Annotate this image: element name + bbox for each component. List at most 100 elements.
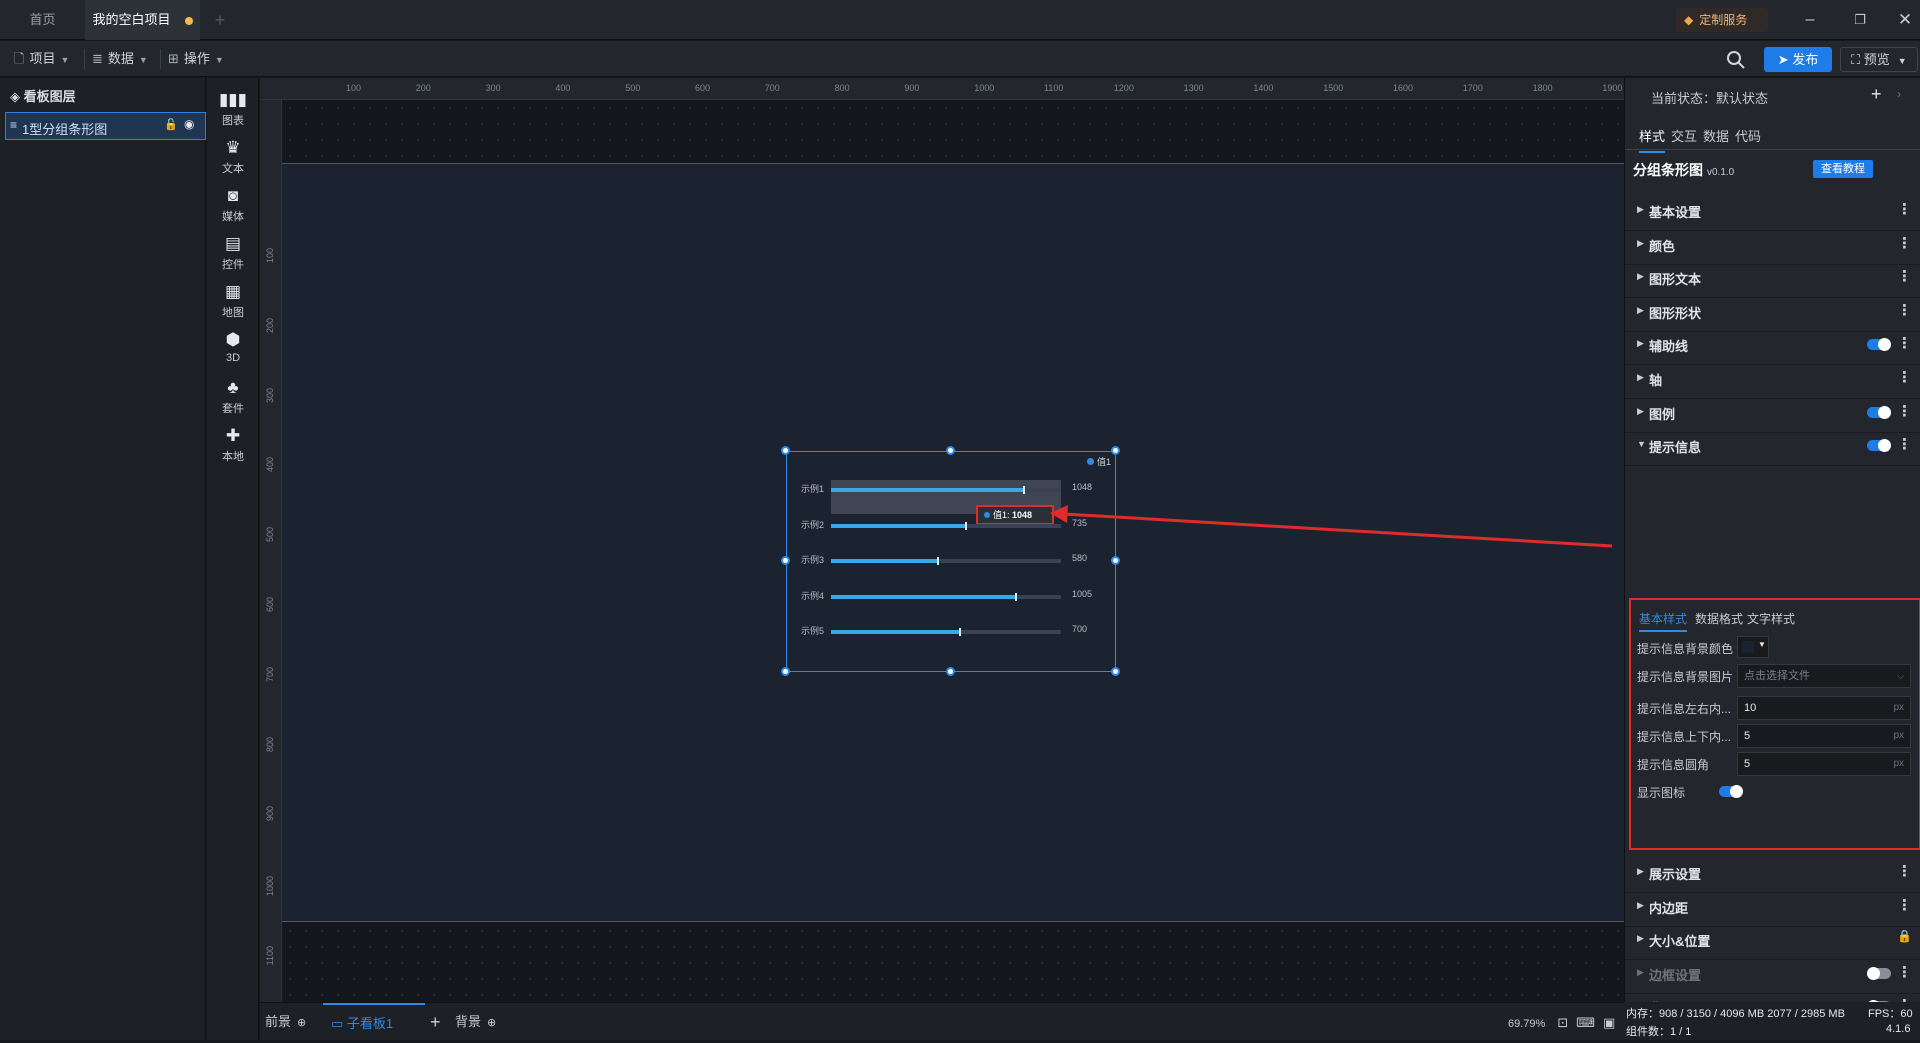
component-3d-label: 3D	[225, 352, 241, 364]
more-icon[interactable]: ⋮	[1897, 402, 1912, 420]
tab-foreground[interactable]: 前景 ⊕	[265, 1003, 306, 1041]
menu-data-label: 数据	[107, 51, 134, 66]
resize-handle[interactable]	[781, 556, 790, 565]
resize-handle[interactable]	[781, 667, 790, 676]
ruler-tick-label: 1900	[1602, 83, 1623, 93]
subtab-text-style[interactable]: 文字样式	[1747, 610, 1795, 627]
custom-service-button[interactable]: ◆ 定制服务	[1676, 8, 1768, 32]
component-3d[interactable]: ⬢ 3D	[207, 330, 259, 364]
subtab-text-style-label: 文字样式	[1747, 612, 1796, 626]
component-text[interactable]: ♛ 文本	[207, 138, 259, 176]
component-kit[interactable]: ♣ 套件	[207, 378, 259, 416]
section-toggle[interactable]	[1867, 966, 1891, 980]
preview-button[interactable]: ⛶ 预览 ▼	[1840, 47, 1918, 72]
tab-background[interactable]: 背景 ⊕	[455, 1003, 496, 1041]
radius-input[interactable]: 5 px	[1737, 752, 1911, 776]
tab-style[interactable]: 样式	[1639, 126, 1666, 153]
menu-data[interactable]: ≣ 数据 ▼	[92, 41, 148, 77]
section-toggle[interactable]	[1867, 338, 1891, 352]
tab-home[interactable]: 首页	[0, 0, 85, 40]
component-chart[interactable]: ▮▮▮ 图表	[207, 90, 259, 128]
keyboard-icon[interactable]: ⌨	[1576, 1015, 1595, 1030]
subtab-basic-style[interactable]: 基本样式	[1639, 610, 1688, 632]
send-icon: ➤	[1777, 52, 1793, 67]
component-media[interactable]: ◙ 媒体	[207, 186, 259, 224]
tab-project[interactable]: 我的空白项目	[85, 0, 200, 40]
bar[interactable]	[831, 559, 938, 563]
section-title: 轴	[1649, 373, 1663, 388]
resize-handle[interactable]	[946, 446, 955, 455]
bar[interactable]	[831, 488, 1024, 492]
more-icon[interactable]: ⋮	[1897, 200, 1912, 218]
chevron-right-icon[interactable]: ›	[1897, 87, 1901, 101]
field-pad-tb-label: 提示信息上下内...	[1637, 730, 1732, 744]
grid-icon: ⊞	[168, 51, 179, 66]
value-label: 1048	[1072, 482, 1093, 492]
bar[interactable]	[831, 630, 960, 634]
component-local[interactable]: ✚ 本地	[207, 426, 259, 464]
app-version: 4.1.6	[1886, 1023, 1911, 1035]
more-icon[interactable]: ⋮	[1897, 301, 1912, 319]
camera-icon: ◙	[227, 186, 239, 205]
more-icon[interactable]: ⋮	[1897, 896, 1912, 914]
add-circle-icon[interactable]: ⊕	[297, 1017, 306, 1029]
resize-handle[interactable]	[781, 446, 790, 455]
terminal-icon[interactable]: ▣	[1603, 1015, 1615, 1030]
more-icon[interactable]: ⋮	[1897, 334, 1912, 352]
more-icon[interactable]: ⋮	[1897, 435, 1912, 453]
resize-handle[interactable]	[1111, 446, 1120, 455]
add-board-icon[interactable]: +	[430, 1003, 441, 1041]
component-text-label: 文本	[222, 163, 244, 175]
show-icon-toggle[interactable]	[1719, 785, 1743, 798]
close-icon[interactable]: ✕	[1880, 0, 1920, 40]
minimize-icon[interactable]: –	[1785, 0, 1835, 40]
layer-item[interactable]: ≡ 1型分组条形图 🔓 ◉	[5, 112, 206, 140]
divider	[84, 49, 85, 69]
file-select[interactable]: 点击选择文件 ⌵	[1737, 664, 1911, 688]
search-icon[interactable]	[1725, 49, 1747, 71]
add-circle-icon[interactable]: ⊕	[487, 1017, 496, 1029]
publish-button[interactable]: ➤ 发布	[1764, 47, 1832, 72]
more-icon[interactable]: ⋮	[1897, 368, 1912, 386]
unlock-icon[interactable]: 🔓	[164, 118, 178, 131]
more-icon[interactable]: ⋮	[1897, 267, 1912, 285]
color-picker[interactable]: ▼	[1737, 636, 1769, 658]
eye-icon[interactable]: ◉	[184, 117, 194, 131]
add-state-icon[interactable]: +	[1871, 84, 1882, 105]
section-toggle[interactable]	[1867, 405, 1891, 419]
chevron-down-icon: ⌵	[1897, 671, 1904, 681]
grouped-bar-chart-widget[interactable]: 值1 值1: 1048 示例1 1048 示例2 735 示例3 580 示例4 1005 示例…	[786, 451, 1116, 672]
add-tab-icon[interactable]: +	[205, 0, 235, 40]
subtab-data-format[interactable]: 数据格式	[1695, 610, 1743, 627]
zoom-level[interactable]: 69.79% ⊡ ⌨ ▣	[1508, 1015, 1615, 1031]
bar[interactable]	[831, 523, 967, 528]
lock-icon[interactable]: 🔒	[1897, 929, 1912, 943]
tab-sub-board[interactable]: ▭ 子看板1	[323, 1003, 425, 1041]
tab-data[interactable]: 数据	[1703, 126, 1729, 145]
menu-project[interactable]: 🗋 项目 ▼	[14, 41, 69, 77]
resize-handle[interactable]	[1111, 556, 1120, 565]
tutorial-button[interactable]: 查看教程	[1813, 160, 1873, 178]
resize-handle[interactable]	[1111, 667, 1120, 676]
layers-title: 看板图层	[23, 89, 76, 104]
current-state[interactable]: 当前状态：默认状态	[1651, 88, 1768, 107]
resize-handle[interactable]	[946, 667, 955, 676]
section-title: 辅助线	[1649, 339, 1689, 355]
section-toggle[interactable]	[1867, 439, 1891, 453]
tab-code[interactable]: 代码	[1735, 126, 1761, 145]
restore-icon[interactable]: ❐	[1835, 0, 1885, 40]
menu-operation[interactable]: ⊞ 操作 ▼	[168, 41, 224, 77]
component-map[interactable]: ▦ 地图	[207, 282, 259, 320]
ruler-tick-label: 1100	[1044, 83, 1064, 93]
more-icon[interactable]: ⋮	[1897, 963, 1912, 981]
more-icon[interactable]: ⋮	[1897, 234, 1912, 252]
tab-interaction[interactable]: 交互	[1671, 126, 1697, 145]
bar[interactable]	[831, 594, 1016, 599]
fit-screen-icon[interactable]: ⊡	[1557, 1015, 1568, 1030]
tooltip-label: 值1:	[993, 510, 1010, 520]
more-icon[interactable]: ⋮	[1897, 862, 1912, 880]
component-control[interactable]: ▤ 控件	[207, 234, 259, 272]
pad-tb-input[interactable]: 5 px	[1737, 724, 1911, 748]
pad-lr-input[interactable]: 10 px	[1737, 696, 1911, 720]
section-rpanel-sections_top-7[interactable]: ▼ 提示信息 ⋮	[1625, 425, 1920, 467]
